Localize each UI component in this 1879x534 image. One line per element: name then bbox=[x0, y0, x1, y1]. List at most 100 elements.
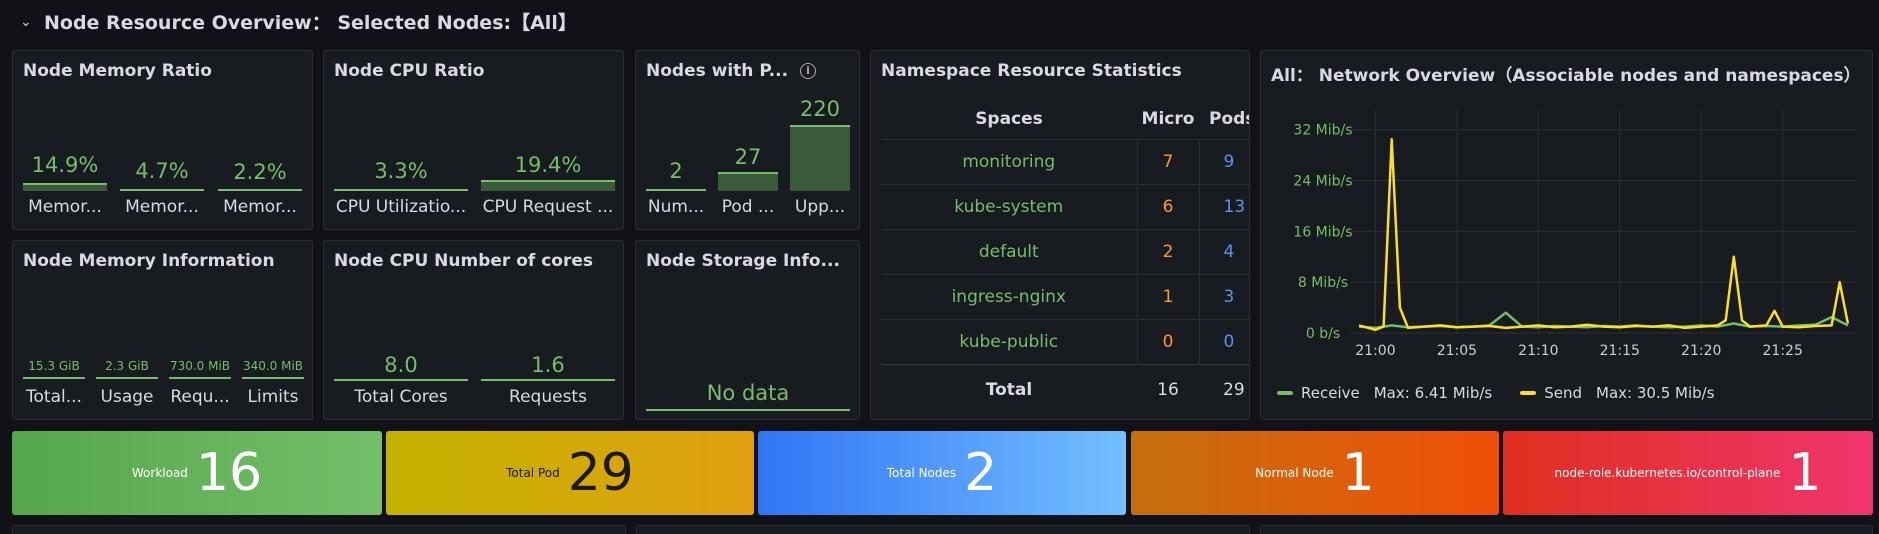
gauge-bar bbox=[718, 172, 778, 191]
gauge: 27 Pod ... bbox=[718, 145, 778, 223]
node-memory-info-panel: Node Memory Information 15.3 GiB Total..… bbox=[12, 240, 313, 420]
stat-label: Total Pod bbox=[506, 466, 560, 480]
gauge-value: 27 bbox=[734, 145, 762, 169]
table-row: kube-public 0 0 bbox=[881, 318, 1249, 364]
gauge-label: Num... bbox=[647, 197, 705, 217]
total-pods: 29 bbox=[1199, 363, 1249, 416]
gauge: 730.0 MiB Requ... bbox=[169, 359, 231, 415]
gauge-bar bbox=[120, 189, 204, 191]
network-overview-panel: All： Network Overview（Associable nodes a… bbox=[1260, 50, 1873, 420]
stat-label: Normal Node bbox=[1255, 466, 1334, 480]
gauge-bar bbox=[646, 409, 850, 411]
gauge-bar bbox=[646, 189, 706, 191]
chevron-down-icon[interactable]: ⌄ bbox=[20, 14, 34, 30]
gauge-value: 340.0 MiB bbox=[242, 359, 304, 373]
x-tick-label: 21:15 bbox=[1600, 343, 1640, 359]
gauge-label: Total Cores bbox=[354, 387, 448, 407]
node-cpu-cores-panel: Node CPU Number of cores 8.0 Total Cores… bbox=[323, 240, 624, 420]
stat-value: 29 bbox=[567, 443, 634, 503]
gauge-value: 2.3 GiB bbox=[105, 359, 149, 373]
column-header[interactable]: Spaces bbox=[881, 99, 1137, 139]
y-tick-label: 16 Mib/s bbox=[1293, 224, 1352, 240]
micro-cell: 6 bbox=[1137, 183, 1200, 229]
gauge-bar bbox=[790, 125, 850, 191]
pods-cell: 0 bbox=[1199, 318, 1249, 364]
micro-cell: 7 bbox=[1137, 138, 1200, 184]
gauge-value: 730.0 MiB bbox=[169, 359, 231, 373]
stat-label: Workload bbox=[131, 466, 188, 480]
x-tick-label: 21:10 bbox=[1518, 343, 1558, 359]
gauge: 2.2% Memor... bbox=[218, 153, 302, 223]
column-header[interactable]: Micro bbox=[1137, 99, 1199, 139]
column-header[interactable]: Pods bbox=[1199, 99, 1249, 139]
gauge-value: 4.7% bbox=[135, 159, 189, 183]
stat-total-nodes[interactable]: Total Nodes 2 bbox=[758, 431, 1126, 515]
x-tick-label: 21:20 bbox=[1681, 343, 1721, 359]
gauge-value: 14.9% bbox=[31, 153, 99, 177]
panel-title: Node Memory Information bbox=[23, 251, 275, 271]
gauge: No data bbox=[646, 381, 850, 415]
panel-title: Namespace Resource Statistics bbox=[881, 61, 1182, 81]
stat-label: Total Nodes bbox=[886, 466, 957, 480]
gauge-label: Pod ... bbox=[721, 197, 775, 217]
no-data-text: No data bbox=[706, 381, 790, 405]
table-header-row: Spaces Micro Pods bbox=[881, 99, 1249, 139]
stat-normal-node[interactable]: Normal Node 1 bbox=[1131, 431, 1499, 515]
legend-item-send[interactable]: Send Max: 30.5 Mib/s bbox=[1520, 384, 1715, 402]
namespace-table: Spaces Micro Pods monitoring 7 9 kube-sy… bbox=[881, 99, 1249, 416]
gauge-bar bbox=[23, 183, 107, 191]
gauge: 14.9% Memor... bbox=[23, 153, 107, 223]
panel-title: All： Network Overview（Associable nodes a… bbox=[1271, 66, 1861, 86]
stat-total-pod[interactable]: Total Pod 29 bbox=[386, 431, 754, 515]
gauge-label: Total... bbox=[26, 387, 82, 407]
gauge-label: Upp... bbox=[794, 197, 846, 217]
stat-control-plane[interactable]: node-role.kubernetes.io/control-plane 1 bbox=[1503, 431, 1873, 515]
gauge-label: CPU Utilizatio... bbox=[335, 197, 467, 217]
gauge-bar bbox=[242, 377, 304, 379]
stat-value: 1 bbox=[1341, 443, 1375, 503]
legend-item-receive[interactable]: Receive Max: 6.41 Mib/s bbox=[1277, 384, 1492, 402]
x-tick-label: 21:00 bbox=[1355, 343, 1395, 359]
stat-label: node-role.kubernetes.io/control-plane bbox=[1554, 466, 1781, 480]
row-header[interactable]: ⌄ Node Resource Overview： Selected Nodes… bbox=[20, 8, 577, 34]
pods-cell: 3 bbox=[1199, 273, 1249, 319]
nodes-with-pods-panel: Nodes with P... i 2 Num... 27 Pod ... 22… bbox=[635, 50, 860, 230]
gauge-label: Memor... bbox=[125, 197, 199, 217]
space-cell: kube-system bbox=[881, 183, 1138, 229]
table-total-row: Total 16 29 bbox=[881, 363, 1249, 416]
total-micro: 16 bbox=[1137, 363, 1199, 416]
next-row-panel bbox=[1260, 525, 1873, 534]
gauge-label: Memor... bbox=[28, 197, 102, 217]
panel-title: Nodes with P... bbox=[646, 61, 789, 81]
table-row: monitoring 7 9 bbox=[881, 138, 1249, 184]
stat-value: 2 bbox=[964, 443, 998, 503]
gauge: 19.4% CPU Request ... bbox=[481, 153, 615, 223]
info-icon[interactable]: i bbox=[800, 63, 816, 79]
stat-value: 16 bbox=[195, 443, 263, 503]
x-tick-label: 21:25 bbox=[1763, 343, 1803, 359]
gauge: 4.7% Memor... bbox=[120, 153, 204, 223]
network-chart[interactable]: 32 Mib/s 24 Mib/s 16 Mib/s 8 Mib/s 0 b/s 21:0… bbox=[1261, 111, 1872, 391]
space-cell: ingress-nginx bbox=[881, 273, 1138, 319]
gauge-value: 1.6 bbox=[531, 353, 565, 377]
gauge: 1.6 Requests bbox=[481, 353, 615, 415]
series-line-send[interactable] bbox=[1358, 137, 1850, 332]
legend-name: Receive bbox=[1301, 384, 1360, 402]
gauge-bar bbox=[169, 377, 231, 379]
next-row-panel bbox=[12, 525, 626, 534]
legend-max: Max: 30.5 Mib/s bbox=[1596, 384, 1715, 402]
panel-title: Node CPU Ratio bbox=[334, 61, 485, 81]
gauge-label: Usage bbox=[100, 387, 154, 407]
pods-cell: 9 bbox=[1199, 138, 1249, 184]
pods-cell: 4 bbox=[1199, 228, 1249, 274]
gauge-value: 15.3 GiB bbox=[28, 359, 80, 373]
stat-workload[interactable]: Workload 16 bbox=[12, 431, 382, 515]
gauge-value: 19.4% bbox=[514, 153, 582, 177]
gauge-bar bbox=[334, 189, 468, 191]
gauge-bar bbox=[334, 379, 468, 381]
table-row: kube-system 6 13 bbox=[881, 183, 1249, 229]
gauge-bar bbox=[23, 377, 85, 379]
space-cell: kube-public bbox=[881, 318, 1138, 364]
namespace-stats-panel: Namespace Resource Statistics Spaces Mic… bbox=[870, 50, 1250, 420]
node-cpu-ratio-panel: Node CPU Ratio 3.3% CPU Utilizatio... 19… bbox=[323, 50, 624, 230]
